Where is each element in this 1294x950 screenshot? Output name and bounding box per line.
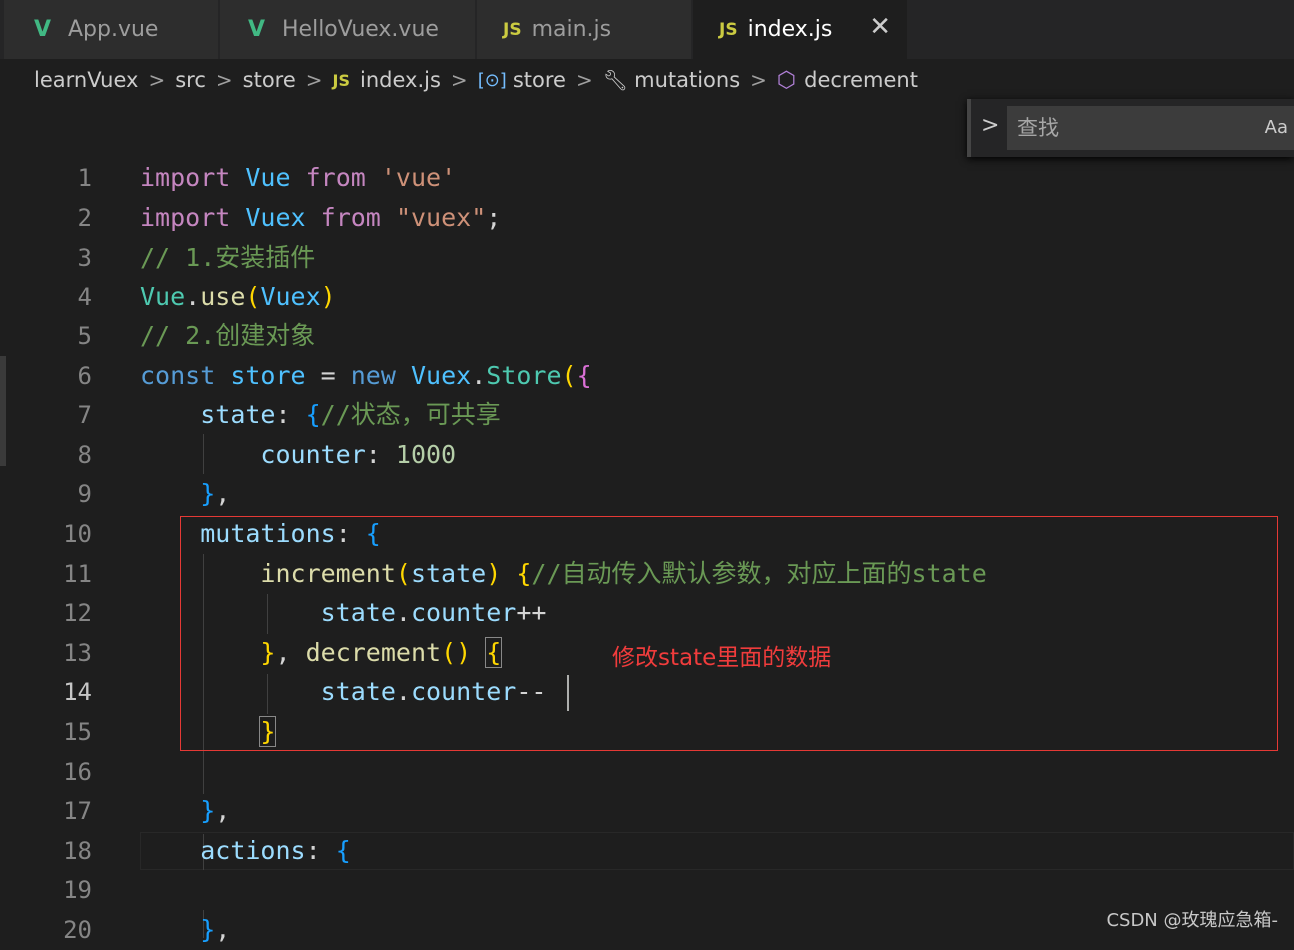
line-number: 6 <box>77 362 92 390</box>
code-comment: // 2.创建对象 <box>140 321 316 350</box>
code-text: const store = new Vuex.Store({ <box>140 361 592 390</box>
annotation-box <box>180 516 1278 751</box>
vue-icon: V <box>34 17 52 42</box>
code-line: 1 import Vue from 'vue' <box>0 158 1294 198</box>
chevron-right-icon: > <box>305 68 323 92</box>
line-number: 18 <box>63 837 92 865</box>
line-number: 8 <box>77 441 92 469</box>
match-case-button[interactable]: Aa <box>1265 117 1288 138</box>
code-line: 6 const store = new Vuex.Store({ <box>0 356 1294 396</box>
breadcrumb-symbol-label: store <box>512 68 566 92</box>
code-text: }, <box>200 796 231 825</box>
chevron-right-icon: > <box>750 68 767 92</box>
js-icon: JS <box>332 70 351 90</box>
code-line: 8 counter: 1000 <box>0 435 1294 475</box>
editor-tab-bar: V App.vue V HelloVuex.vue JS main.js JS … <box>0 0 1294 59</box>
line-number: 17 <box>63 797 92 825</box>
breadcrumb-symbol-store[interactable]: [⊙] store <box>478 68 566 92</box>
find-input[interactable] <box>1007 106 1294 150</box>
tab-app-vue[interactable]: V App.vue <box>4 0 219 59</box>
line-number: 3 <box>77 244 92 272</box>
line-number: 14 <box>63 678 92 706</box>
line-number: 7 <box>77 401 92 429</box>
breadcrumb: learnVuex > src > store > JS index.js > … <box>0 59 1294 101</box>
code-text: }, <box>200 915 231 944</box>
code-line: 20 }, <box>0 910 1294 950</box>
chevron-right-icon[interactable]: > <box>981 113 999 138</box>
method-cube-icon: ⬡ <box>776 67 797 93</box>
find-widget: > Aa <box>967 99 1294 157</box>
code-comment: // 1.安装插件 <box>140 243 316 272</box>
tab-hellovuex-vue[interactable]: V HelloVuex.vue <box>220 0 476 59</box>
code-line: 18 actions: { <box>0 831 1294 871</box>
chevron-right-icon: > <box>575 68 593 92</box>
line-number: 2 <box>77 204 92 232</box>
code-text: actions: { <box>200 836 351 865</box>
line-number: 10 <box>63 520 92 548</box>
breadcrumb-symbol-label: mutations <box>634 68 741 92</box>
line-number: 9 <box>77 480 92 508</box>
object-icon: [⊙] <box>477 69 507 91</box>
code-line: 16 <box>0 752 1294 792</box>
breadcrumb-project[interactable]: learnVuex <box>34 68 138 92</box>
tab-label: App.vue <box>68 17 159 42</box>
tab-label: index.js <box>747 17 833 42</box>
line-number: 1 <box>77 164 92 192</box>
line-number: 12 <box>63 599 92 627</box>
breadcrumb-store-folder[interactable]: store <box>243 68 296 92</box>
code-text: import Vuex from "vuex"; <box>140 203 502 232</box>
tab-main-js[interactable]: JS main.js <box>477 0 692 59</box>
breadcrumb-symbol-decrement[interactable]: ⬡ decrement <box>777 68 918 93</box>
code-line: 4 Vue.use(Vuex) <box>0 277 1294 317</box>
close-icon[interactable]: ✕ <box>869 14 891 40</box>
line-number: 19 <box>63 876 92 904</box>
chevron-right-icon: > <box>148 68 166 92</box>
watermark: CSDN @玫瑰应急箱- <box>1106 910 1278 931</box>
code-line: 17 }, <box>0 791 1294 831</box>
tab-label: HelloVuex.vue <box>282 17 439 42</box>
code-line: 3 // 1.安装插件 <box>0 238 1294 278</box>
code-text: counter: 1000 <box>260 440 457 469</box>
js-icon: JS <box>719 19 738 40</box>
chevron-right-icon: > <box>450 68 468 92</box>
breadcrumb-file-label: index.js <box>360 68 441 92</box>
breadcrumb-file[interactable]: JS index.js <box>333 68 441 92</box>
line-number: 15 <box>63 718 92 746</box>
code-line: 7 state: {//状态，可共享 <box>0 395 1294 435</box>
code-text: }, <box>200 479 231 508</box>
chevron-right-icon: > <box>215 68 233 92</box>
code-text: Vue.use(Vuex) <box>140 282 336 311</box>
code-line: 19 <box>0 870 1294 910</box>
code-line: 9 }, <box>0 474 1294 514</box>
line-number: 4 <box>77 283 92 311</box>
line-number: 16 <box>63 758 92 786</box>
annotation-text: 修改state里面的数据 <box>612 645 832 671</box>
breadcrumb-src[interactable]: src <box>175 68 206 92</box>
wrench-icon: 🔧︎ <box>602 68 629 92</box>
breadcrumb-symbol-mutations[interactable]: 🔧︎ mutations <box>603 68 740 92</box>
code-line: 5 // 2.创建对象 <box>0 316 1294 356</box>
line-number: 20 <box>63 916 92 944</box>
vue-icon: V <box>248 17 266 42</box>
breadcrumb-symbol-label: decrement <box>804 68 918 92</box>
js-icon: JS <box>503 19 522 40</box>
code-text: state: {//状态，可共享 <box>200 400 501 429</box>
code-line: 2 import Vuex from "vuex"; <box>0 198 1294 238</box>
line-number: 11 <box>63 560 92 588</box>
line-number: 5 <box>77 322 92 350</box>
line-number: 13 <box>63 639 92 667</box>
tab-index-js[interactable]: JS index.js ✕ <box>693 0 908 59</box>
tab-label: main.js <box>531 17 612 42</box>
code-text: import Vue from 'vue' <box>140 163 457 192</box>
